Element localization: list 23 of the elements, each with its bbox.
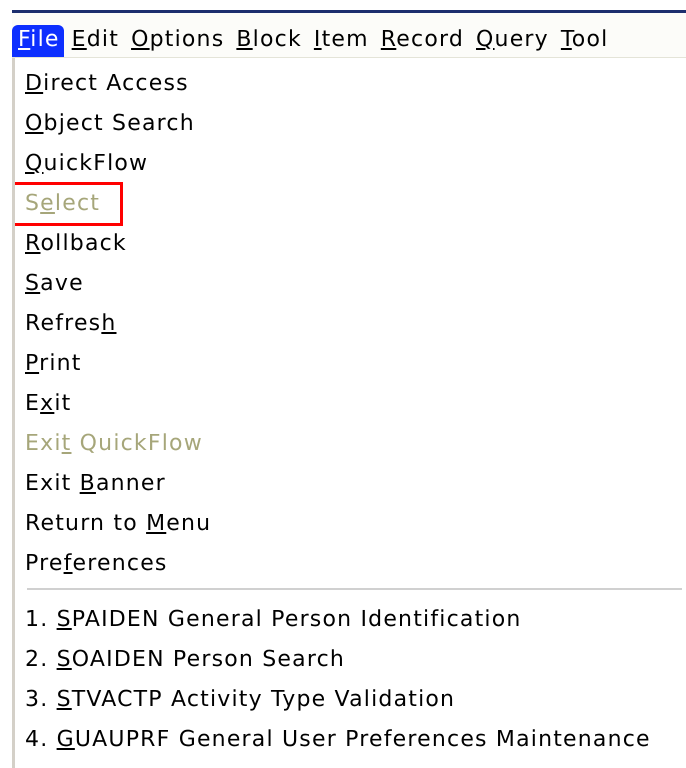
menu-bar-item[interactable]: File: [12, 25, 64, 57]
menu-item[interactable]: Refresh: [18, 308, 124, 340]
menu-item[interactable]: Rollback: [18, 228, 134, 260]
menu-item[interactable]: 1. SPAIDEN General Person Identification: [18, 604, 529, 636]
menu-item[interactable]: 3. STVACTP Activity Type Validation: [18, 684, 462, 716]
menu-item[interactable]: 4. G UAUPRF General User Preferences Maintenance: [18, 724, 658, 756]
menu-item[interactable]: Preferences: [18, 548, 175, 580]
menu-item[interactable]: 2. SOAIDEN Person Search: [18, 644, 352, 676]
menu-item[interactable]: Direct Access: [18, 68, 196, 100]
menu-item[interactable]: Save: [18, 268, 91, 300]
menu-bar-item[interactable]: Options: [125, 25, 228, 57]
menu-bar-item[interactable]: Item: [308, 25, 373, 57]
menu-item[interactable]: Return to M enu: [18, 508, 218, 540]
menu-item[interactable]: O bject Search: [18, 108, 202, 140]
menu-bar-item[interactable]: Edit: [66, 25, 124, 57]
menu-item[interactable]: Exit: [18, 388, 78, 420]
menu-item[interactable]: Exit Banner: [18, 468, 173, 500]
menu-bar-item[interactable]: Query: [470, 25, 553, 57]
menu-bar-item[interactable]: Record: [374, 25, 468, 57]
menu-item[interactable]: Print: [18, 348, 89, 380]
menu-item[interactable]: QuickFlow: [18, 148, 156, 180]
menu-bar-item[interactable]: B lock: [230, 25, 306, 57]
menu-bar-item[interactable]: Tool: [554, 25, 612, 57]
